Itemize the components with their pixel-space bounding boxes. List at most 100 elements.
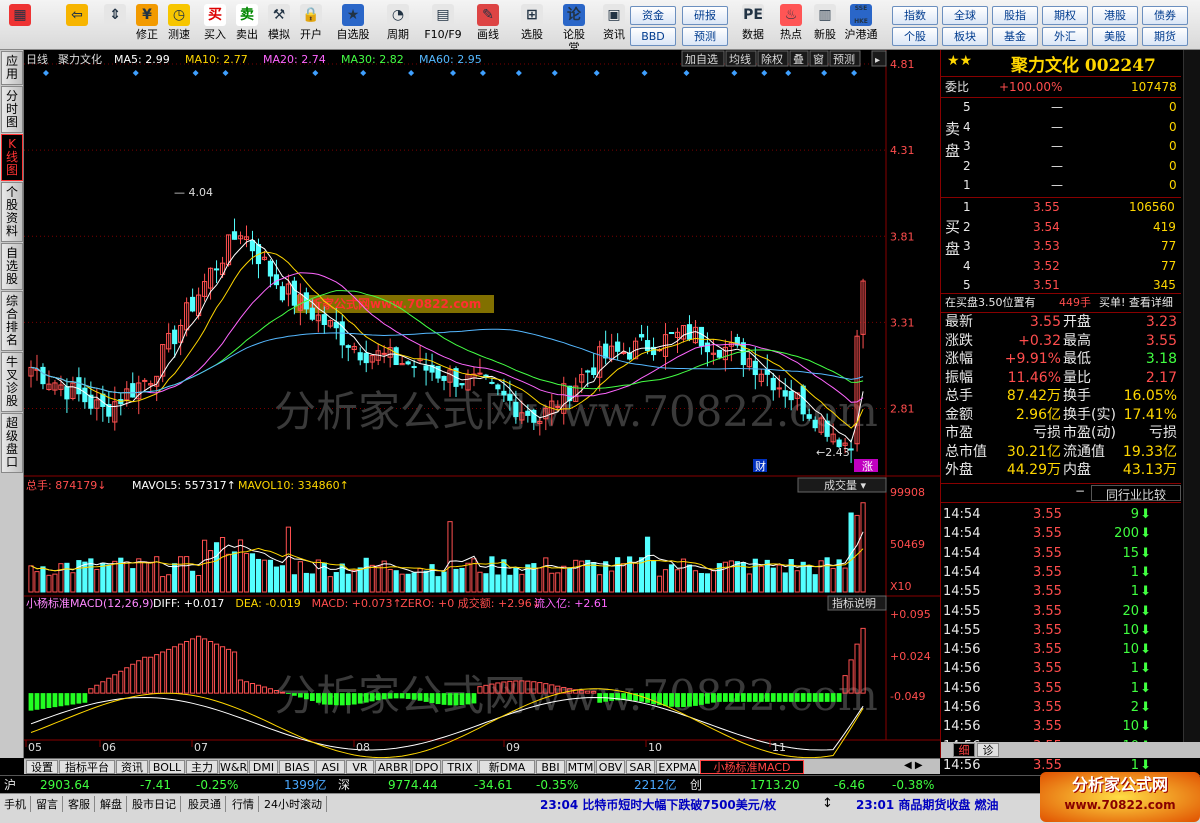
indicator-tab-1[interactable]: 指标平台 [59,760,115,774]
toolbar-hammer-button[interactable]: ⚒ 模拟 [266,3,292,48]
macd-bar [279,691,286,694]
indicator-tab-4[interactable]: 主力 [186,760,218,774]
link-button-8[interactable]: 股指 [992,6,1038,25]
link-button-0[interactable]: 资金 [630,6,676,25]
macd-bar [435,693,441,705]
status-link-2[interactable]: 客服 [68,796,95,812]
indicator-tab-7[interactable]: BIAS [279,760,315,774]
toolbar-grid-button[interactable]: ▦ [5,3,35,48]
toolbar-clock-button[interactable]: ◷ 测速 [166,3,192,48]
link-button-1[interactable]: BBD [630,27,676,46]
tab-scroll-left[interactable]: ◀ ▶ [904,760,923,771]
toolbar-hk-button[interactable]: SSE HKE 沪港通 [843,3,879,48]
macd-bar [369,693,375,702]
news-ticker-2[interactable]: 23:01 商品期货收盘 燃油 [856,796,999,813]
indicator-tab-0[interactable]: 设置 [26,760,58,774]
indicator-tab-17[interactable]: SAR [626,760,655,774]
candle-body [76,377,82,395]
indicator-tab-12[interactable]: TRIX [442,760,478,774]
link-button-5[interactable]: 个股 [892,27,938,46]
toolbar-clock-dial-button[interactable]: ◔ 周期 [380,3,416,48]
toolbar-buy-button[interactable]: 买买入 [202,3,228,48]
side-tab-5[interactable]: 综合排名 [1,291,23,351]
toolbar-fire-button[interactable]: ♨ 热点 [776,3,806,48]
macd-bar [76,693,82,704]
status-link-3[interactable]: 解盘 [100,796,127,812]
indicator-tab-13[interactable]: 新DMA [479,760,535,774]
indicator-tab-19[interactable]: 小杨标准MACD [700,760,804,774]
collapse-icon[interactable]: − [1075,484,1085,498]
volume-bar [273,566,280,593]
link-button-14[interactable]: 债券 [1142,6,1188,25]
toolbar-news-button[interactable]: ▣ 资讯 [598,3,630,48]
indicator-tab-3[interactable]: BOLL [149,760,185,774]
status-link-5[interactable]: 股灵通 [188,796,226,812]
candle-body [345,345,351,348]
indicator-tab-14[interactable]: BBI [536,760,565,774]
link-button-6[interactable]: 全球 [942,6,988,25]
status-link-1[interactable]: 留言 [36,796,63,812]
compare-button[interactable]: 同行业比较 [1091,485,1181,502]
toolbar-star-button[interactable]: ★ 自选股 [333,3,373,48]
status-link-7[interactable]: 24小时滚动 [264,796,327,812]
toolbar-lock-button[interactable]: 🔒 开户 [298,3,324,48]
link-button-10[interactable]: 期权 [1042,6,1088,25]
link-button-11[interactable]: 外汇 [1042,27,1088,46]
bid-note-row: 在买盘3.50位置有 449手 买单! 查看详细 [945,296,1173,309]
side-tab-2[interactable]: K线图 [1,134,23,181]
side-tab-6[interactable]: 牛叉诊股 [1,352,23,412]
side-tab-7[interactable]: 超级盘口 [1,413,23,473]
scroll-arrow-icon[interactable]: ↕ [822,796,833,811]
toolbar-discuss-button[interactable]: 论论股堂 [558,3,590,54]
status-link-0[interactable]: 手机 [4,796,31,812]
toolbar-info-button[interactable]: ▤ F10/F9 [423,3,463,48]
link-button-15[interactable]: 期货 [1142,27,1188,46]
indicator-tab-5[interactable]: W&R [219,760,248,774]
toolbar-pencil-button[interactable]: ✎ 画线 [468,3,508,48]
indicator-tab-18[interactable]: EXPMA [656,760,699,774]
toolbar-pe-button[interactable]: PE 数据 [738,3,768,48]
link-button-2[interactable]: 研报 [682,6,728,25]
side-tab-4[interactable]: 自选股 [1,243,23,290]
toolbar-up-down-button[interactable]: ⇕ [102,3,128,48]
indicator-tab-10[interactable]: ARBR [375,760,411,774]
status-link-6[interactable]: 行情 [232,796,259,812]
link-button-4[interactable]: 指数 [892,6,938,25]
indicator-tab-6[interactable]: DMI [249,760,278,774]
link-button-9[interactable]: 基金 [992,27,1038,46]
link-button-3[interactable]: 预测 [682,27,728,46]
new-stock-icon: ▥ [814,4,836,26]
indicator-tab-8[interactable]: ASI [316,760,345,774]
status-link-4[interactable]: 股市日记 [132,796,181,812]
toolbar-new-stock-button[interactable]: ▥ 新股 [810,3,840,48]
toolbar-money-button[interactable]: ¥ 修正 [134,3,160,48]
side-tab-0[interactable]: 应用 [1,51,23,85]
link-button-7[interactable]: 板块 [942,27,988,46]
indicator-tab-9[interactable]: VR [346,760,374,774]
side-tab-3[interactable]: 个股资料 [1,182,23,242]
news-ticker-1[interactable]: 23:04 比特币短时大幅下跌破7500美元/枚 [540,796,776,813]
link-button-12[interactable]: 港股 [1092,6,1138,25]
volume-bar [255,558,262,593]
toolbar-filter-button[interactable]: ⊞ 选股 [512,3,552,48]
volume-bar [501,559,507,593]
quote-tab-0[interactable]: 细 [953,743,975,757]
webi-row: 委比 +100.00% 107478 [945,80,1177,94]
side-tab-1[interactable]: 分时图 [1,86,23,133]
indicator-tab-11[interactable]: DPO [412,760,441,774]
link-button-13[interactable]: 美股 [1092,27,1138,46]
indicator-tab-16[interactable]: OBV [596,760,625,774]
toolbar-back-arrow-button[interactable]: ⇦ [62,3,92,48]
toolbar-label: 卖出 [236,28,258,41]
quote-scrollbar[interactable] [1183,50,1200,758]
quote-tab-1[interactable]: 诊 [977,743,999,757]
toolbar-label: 模拟 [268,28,290,41]
kline-chart-area[interactable]: 4.81 4.31 3.81 3.31 2.81 分析家公式网www.70822.com… [24,50,940,758]
toolbar-sell-button[interactable]: 卖卖出 [234,3,260,48]
candle-body [231,231,238,240]
expand-icon: ▸ [875,55,880,66]
vol-mavol10: MAVOL10: 334860↑ [238,479,349,492]
indicator-tab-2[interactable]: 资讯 [116,760,148,774]
macd-bar [465,693,471,705]
indicator-tab-15[interactable]: MTM [566,760,595,774]
